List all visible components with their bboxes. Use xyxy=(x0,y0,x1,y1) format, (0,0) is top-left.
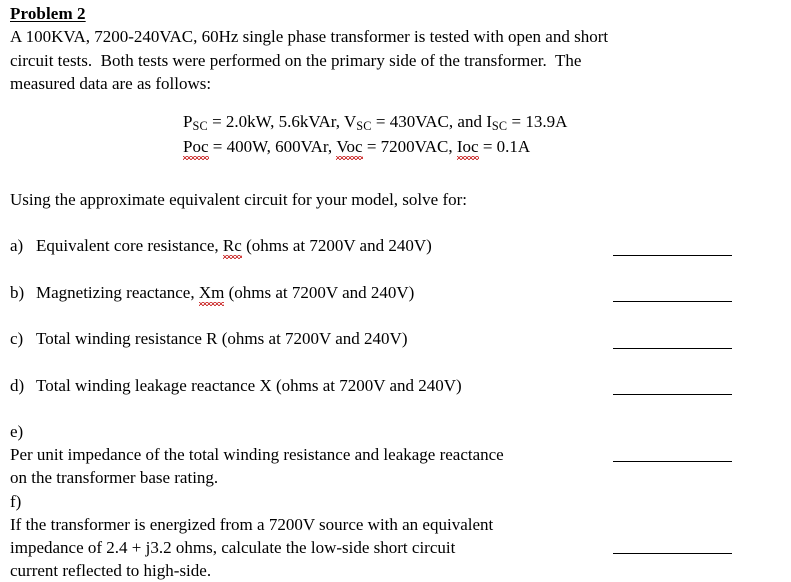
item-marker-c: c) xyxy=(10,329,24,348)
item-a-text-before: Equivalent core resistance, xyxy=(36,236,223,255)
answer-blank-f[interactable] xyxy=(613,553,732,554)
ioc-symbol: Ioc xyxy=(456,135,479,160)
item-body-c: Total winding resistance R (ohms at 7200… xyxy=(36,329,408,348)
intro-line-3: measured data are as follows: xyxy=(10,74,212,93)
item-body-e: Per unit impedance of the total winding … xyxy=(10,443,650,489)
question-item-b: b) Magnetizing reactance, Xm (ohms at 72… xyxy=(10,281,650,306)
question-item-e: e) Per unit impedance of the total windi… xyxy=(10,420,650,489)
item-marker-a: a) xyxy=(10,236,24,255)
isc-subscript: SC xyxy=(491,118,508,133)
ioc-value: = 0.1A xyxy=(478,137,531,156)
item-e-line-2: on the transformer base rating. xyxy=(10,468,219,487)
item-f-line-3: current reflected to high-side. xyxy=(10,561,212,580)
question-item-f: f) If the transformer is energized from … xyxy=(10,490,650,582)
open-circuit-data-line: Poc = 400W, 600VAr, Voc = 7200VAC, Ioc =… xyxy=(183,135,567,160)
voc-value: = 7200VAC, xyxy=(362,137,457,156)
poc-value: = 400W, 600VAr, xyxy=(208,137,337,156)
answer-blank-b[interactable] xyxy=(613,301,732,302)
psc-subscript: SC xyxy=(192,118,208,133)
item-marker-b: b) xyxy=(10,283,25,302)
document-page: Problem 2 A 100KVA, 7200-240VAC, 60Hz si… xyxy=(0,0,791,580)
lead-in-text: Using the approximate equivalent circuit… xyxy=(10,190,467,209)
answer-blank-a[interactable] xyxy=(613,255,732,256)
item-marker-e: e) xyxy=(10,422,24,441)
intro-line-2: circuit tests. Both tests were performed… xyxy=(10,50,582,70)
item-body-b: Magnetizing reactance, Xm (ohms at 7200V… xyxy=(36,281,415,306)
answer-blank-e[interactable] xyxy=(613,461,732,462)
item-a-text-after: (ohms at 7200V and 240V) xyxy=(241,236,432,255)
intro-paragraph: A 100KVA, 7200-240VAC, 60Hz single phase… xyxy=(10,25,740,96)
vsc-subscript: SC xyxy=(356,118,372,133)
vsc-symbol: V xyxy=(343,112,357,131)
item-marker-d: d) xyxy=(10,376,25,395)
item-b-text-before: Magnetizing reactance, xyxy=(36,283,199,302)
vsc-value: = 430VAC, and xyxy=(371,112,487,131)
intro-line-1: A 100KVA, 7200-240VAC, 60Hz single phase… xyxy=(10,27,609,46)
item-b-text-after: (ohms at 7200V and 240V) xyxy=(224,283,415,302)
item-body-f: If the transformer is energized from a 7… xyxy=(10,513,650,582)
item-a-symbol: Rc xyxy=(222,234,242,259)
short-circuit-data-line: PSC = 2.0kW, 5.6kVAr, VSC = 430VAC, and … xyxy=(183,110,567,135)
item-body-d: Total winding leakage reactance X (ohms … xyxy=(36,376,462,395)
given-data-block: PSC = 2.0kW, 5.6kVAr, VSC = 430VAC, and … xyxy=(183,110,567,160)
question-item-a: a) Equivalent core resistance, Rc (ohms … xyxy=(10,234,650,259)
answer-blank-c[interactable] xyxy=(613,348,732,349)
voc-symbol: Voc xyxy=(336,135,363,160)
item-e-line-1: Per unit impedance of the total winding … xyxy=(10,445,504,464)
question-item-c: c) Total winding resistance R (ohms at 7… xyxy=(10,327,650,350)
page-title: Problem 2 xyxy=(10,4,86,23)
poc-symbol: Poc xyxy=(183,135,209,160)
item-marker-f: f) xyxy=(10,492,22,511)
psc-value: = 2.0kW, 5.6kVAr, xyxy=(207,112,344,131)
item-body-a: Equivalent core resistance, Rc (ohms at … xyxy=(36,234,432,259)
item-f-line-2: impedance of 2.4 + j3.2 ohms, calculate … xyxy=(10,538,456,557)
item-f-line-1: If the transformer is energized from a 7… xyxy=(10,515,494,534)
item-b-symbol: Xm xyxy=(198,281,224,306)
question-item-d: d) Total winding leakage reactance X (oh… xyxy=(10,374,650,397)
isc-value: = 13.9A xyxy=(507,112,568,131)
answer-blank-d[interactable] xyxy=(613,394,732,395)
